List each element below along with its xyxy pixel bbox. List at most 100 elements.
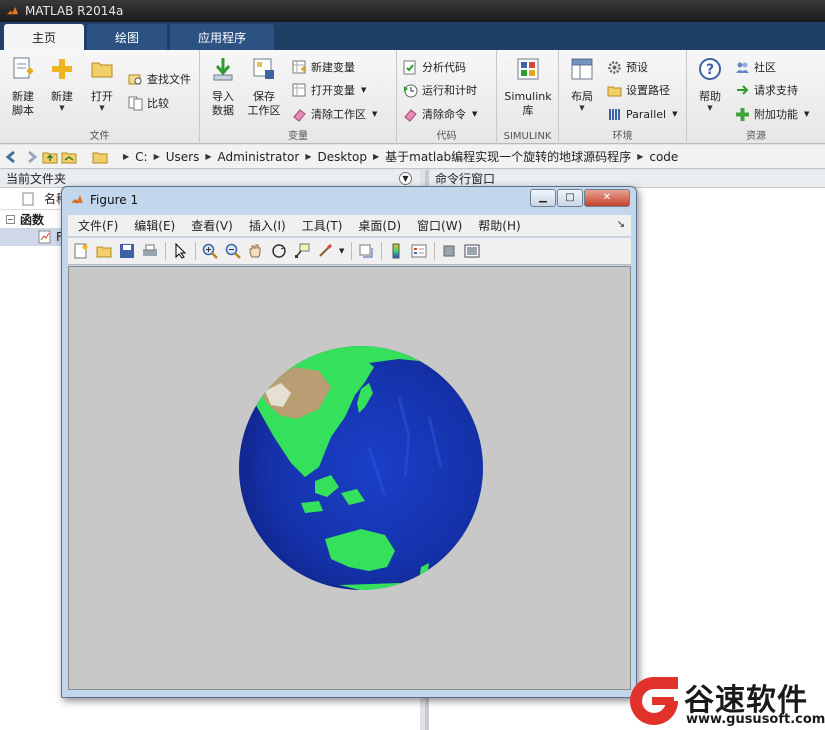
- collapse-minus-icon[interactable]: −: [6, 214, 15, 224]
- print-icon: [143, 244, 157, 256]
- community-icon: [736, 62, 749, 73]
- figure-menu-bar: 文件(F) 编辑(E) 查看(V) 插入(I) 工具(T) 桌面(D) 窗口(W…: [68, 215, 631, 237]
- zoom-in-button[interactable]: [201, 242, 219, 260]
- preferences-label: 预设: [626, 61, 648, 74]
- tab-home[interactable]: 主页: [4, 24, 85, 50]
- menu-insert[interactable]: 插入(I): [249, 217, 286, 234]
- open-file-button[interactable]: [95, 242, 113, 260]
- toolbar-separator: [351, 242, 353, 260]
- legend-icon: [411, 244, 427, 258]
- chevron-down-icon: ▼: [672, 110, 678, 118]
- browse-folder-icon[interactable]: [61, 149, 77, 165]
- menu-help[interactable]: 帮助(H): [478, 217, 520, 234]
- community-label: 社区: [754, 61, 776, 74]
- new-script-button[interactable]: 新建 脚本: [3, 56, 43, 118]
- minimize-button[interactable]: ▁: [530, 189, 556, 207]
- clear-commands-button[interactable]: 清除命令 ▼: [403, 105, 477, 123]
- gear-icon: [608, 60, 621, 74]
- compare-button[interactable]: 比较: [128, 94, 169, 112]
- save-button[interactable]: [118, 242, 136, 260]
- rotate-3d-button[interactable]: [270, 242, 288, 260]
- community-button[interactable]: 社区: [735, 58, 776, 76]
- find-files-icon: [128, 74, 142, 84]
- breadcrumb-item[interactable]: 基于matlab编程实现一个旋转的地球源码程序: [385, 148, 631, 165]
- menu-window[interactable]: 窗口(W): [417, 217, 462, 234]
- brush-dropdown-icon[interactable]: ▼: [339, 247, 344, 255]
- open-variable-button[interactable]: 打开变量 ▼: [292, 81, 366, 99]
- zoom-out-button[interactable]: [224, 242, 242, 260]
- new-button[interactable]: 新建 ▼: [42, 56, 82, 112]
- tab-apps[interactable]: 应用程序: [170, 24, 275, 50]
- legend-button[interactable]: [410, 242, 428, 260]
- find-files-button[interactable]: 查找文件: [128, 70, 191, 88]
- link-plot-icon: [359, 244, 373, 258]
- set-path-button[interactable]: 设置路径: [607, 81, 670, 99]
- watermark-url: www.gususoft.com: [686, 712, 825, 727]
- maximize-button[interactable]: □: [557, 189, 583, 207]
- new-variable-button[interactable]: 新建变量: [292, 58, 355, 76]
- pan-button[interactable]: [247, 242, 265, 260]
- run-and-time-icon: [404, 84, 418, 97]
- compare-label: 比较: [147, 97, 169, 110]
- breadcrumb-item[interactable]: code: [649, 150, 678, 164]
- breadcrumb-item[interactable]: C:: [135, 150, 147, 164]
- layout-button[interactable]: 布局 ▼: [562, 56, 602, 112]
- help-icon: ?: [699, 58, 721, 80]
- breadcrumb: ▶ C: ▶ Users ▶ Administrator ▶ Desktop ▶…: [117, 148, 678, 165]
- add-ons-button[interactable]: 附加功能 ▼: [735, 105, 809, 123]
- breadcrumb-separator-icon: ▶: [637, 152, 644, 161]
- breadcrumb-item[interactable]: Administrator: [218, 150, 300, 164]
- select-arrow-button[interactable]: [171, 242, 189, 260]
- breadcrumb-item[interactable]: Desktop: [317, 150, 367, 164]
- up-folder-icon[interactable]: [42, 149, 58, 165]
- group-label-simulink: SIMULINK: [503, 131, 552, 142]
- globe-plot[interactable]: [69, 267, 630, 689]
- colorbar-button[interactable]: [387, 242, 405, 260]
- run-and-time-button[interactable]: 运行和计时: [403, 81, 477, 99]
- forward-arrow-icon[interactable]: [23, 149, 39, 165]
- preferences-button[interactable]: 预设: [607, 58, 648, 76]
- link-plot-button[interactable]: [357, 242, 375, 260]
- new-figure-button[interactable]: [72, 242, 90, 260]
- menu-tools[interactable]: 工具(T): [302, 217, 343, 234]
- request-support-button[interactable]: 请求支持: [735, 81, 798, 99]
- figure-canvas[interactable]: [68, 266, 631, 690]
- import-data-button[interactable]: 导入 数据: [203, 56, 243, 118]
- watermark: 谷速软件 www.gususoft.com: [626, 672, 825, 730]
- brush-button[interactable]: [316, 242, 334, 260]
- address-bar: ▶ C: ▶ Users ▶ Administrator ▶ Desktop ▶…: [0, 145, 825, 169]
- tab-plots[interactable]: 绘图: [87, 24, 168, 50]
- panel-menu-icon[interactable]: ▼: [399, 172, 412, 185]
- menu-view[interactable]: 查看(V): [191, 217, 233, 234]
- hide-plot-tools-button[interactable]: [440, 242, 458, 260]
- menu-file[interactable]: 文件(F): [78, 217, 118, 234]
- breadcrumb-item[interactable]: Users: [166, 150, 200, 164]
- print-button[interactable]: [141, 242, 159, 260]
- import-data-icon: [213, 58, 233, 81]
- help-button[interactable]: ? 帮助 ▼: [690, 56, 730, 112]
- clear-workspace-button[interactable]: 清除工作区 ▼: [292, 105, 377, 123]
- toolbar-separator: [434, 242, 436, 260]
- simulink-library-button[interactable]: Simulink 库: [499, 56, 557, 118]
- close-button[interactable]: ✕: [584, 189, 630, 207]
- parallel-button[interactable]: Parallel ▼: [607, 105, 677, 123]
- analyze-code-icon: [403, 60, 416, 74]
- group-environment: 布局 ▼ 预设 设置路径 Parallel ▼ 环境: [559, 50, 687, 144]
- menu-desktop[interactable]: 桌面(D): [358, 217, 401, 234]
- data-cursor-button[interactable]: [293, 242, 311, 260]
- show-plot-tools-button[interactable]: [463, 242, 481, 260]
- chevron-down-icon: ▼: [804, 110, 810, 118]
- group-functions-label: 函数: [20, 212, 45, 227]
- group-label-variable: 变量: [288, 131, 308, 142]
- group-label-code: 代码: [436, 131, 457, 142]
- new-plus-icon: [52, 59, 72, 79]
- save-workspace-button[interactable]: 保存 工作区: [244, 56, 284, 118]
- window-title: MATLAB R2014a: [25, 4, 124, 18]
- toolbar-separator: [165, 242, 166, 260]
- menu-edit[interactable]: 编辑(E): [134, 217, 175, 234]
- back-arrow-icon[interactable]: [4, 149, 20, 165]
- analyze-code-button[interactable]: 分析代码: [403, 58, 466, 76]
- new-variable-label: 新建变量: [311, 61, 355, 74]
- open-button[interactable]: 打开 ▼: [82, 56, 122, 112]
- dock-arrow-icon[interactable]: ↘: [617, 219, 625, 230]
